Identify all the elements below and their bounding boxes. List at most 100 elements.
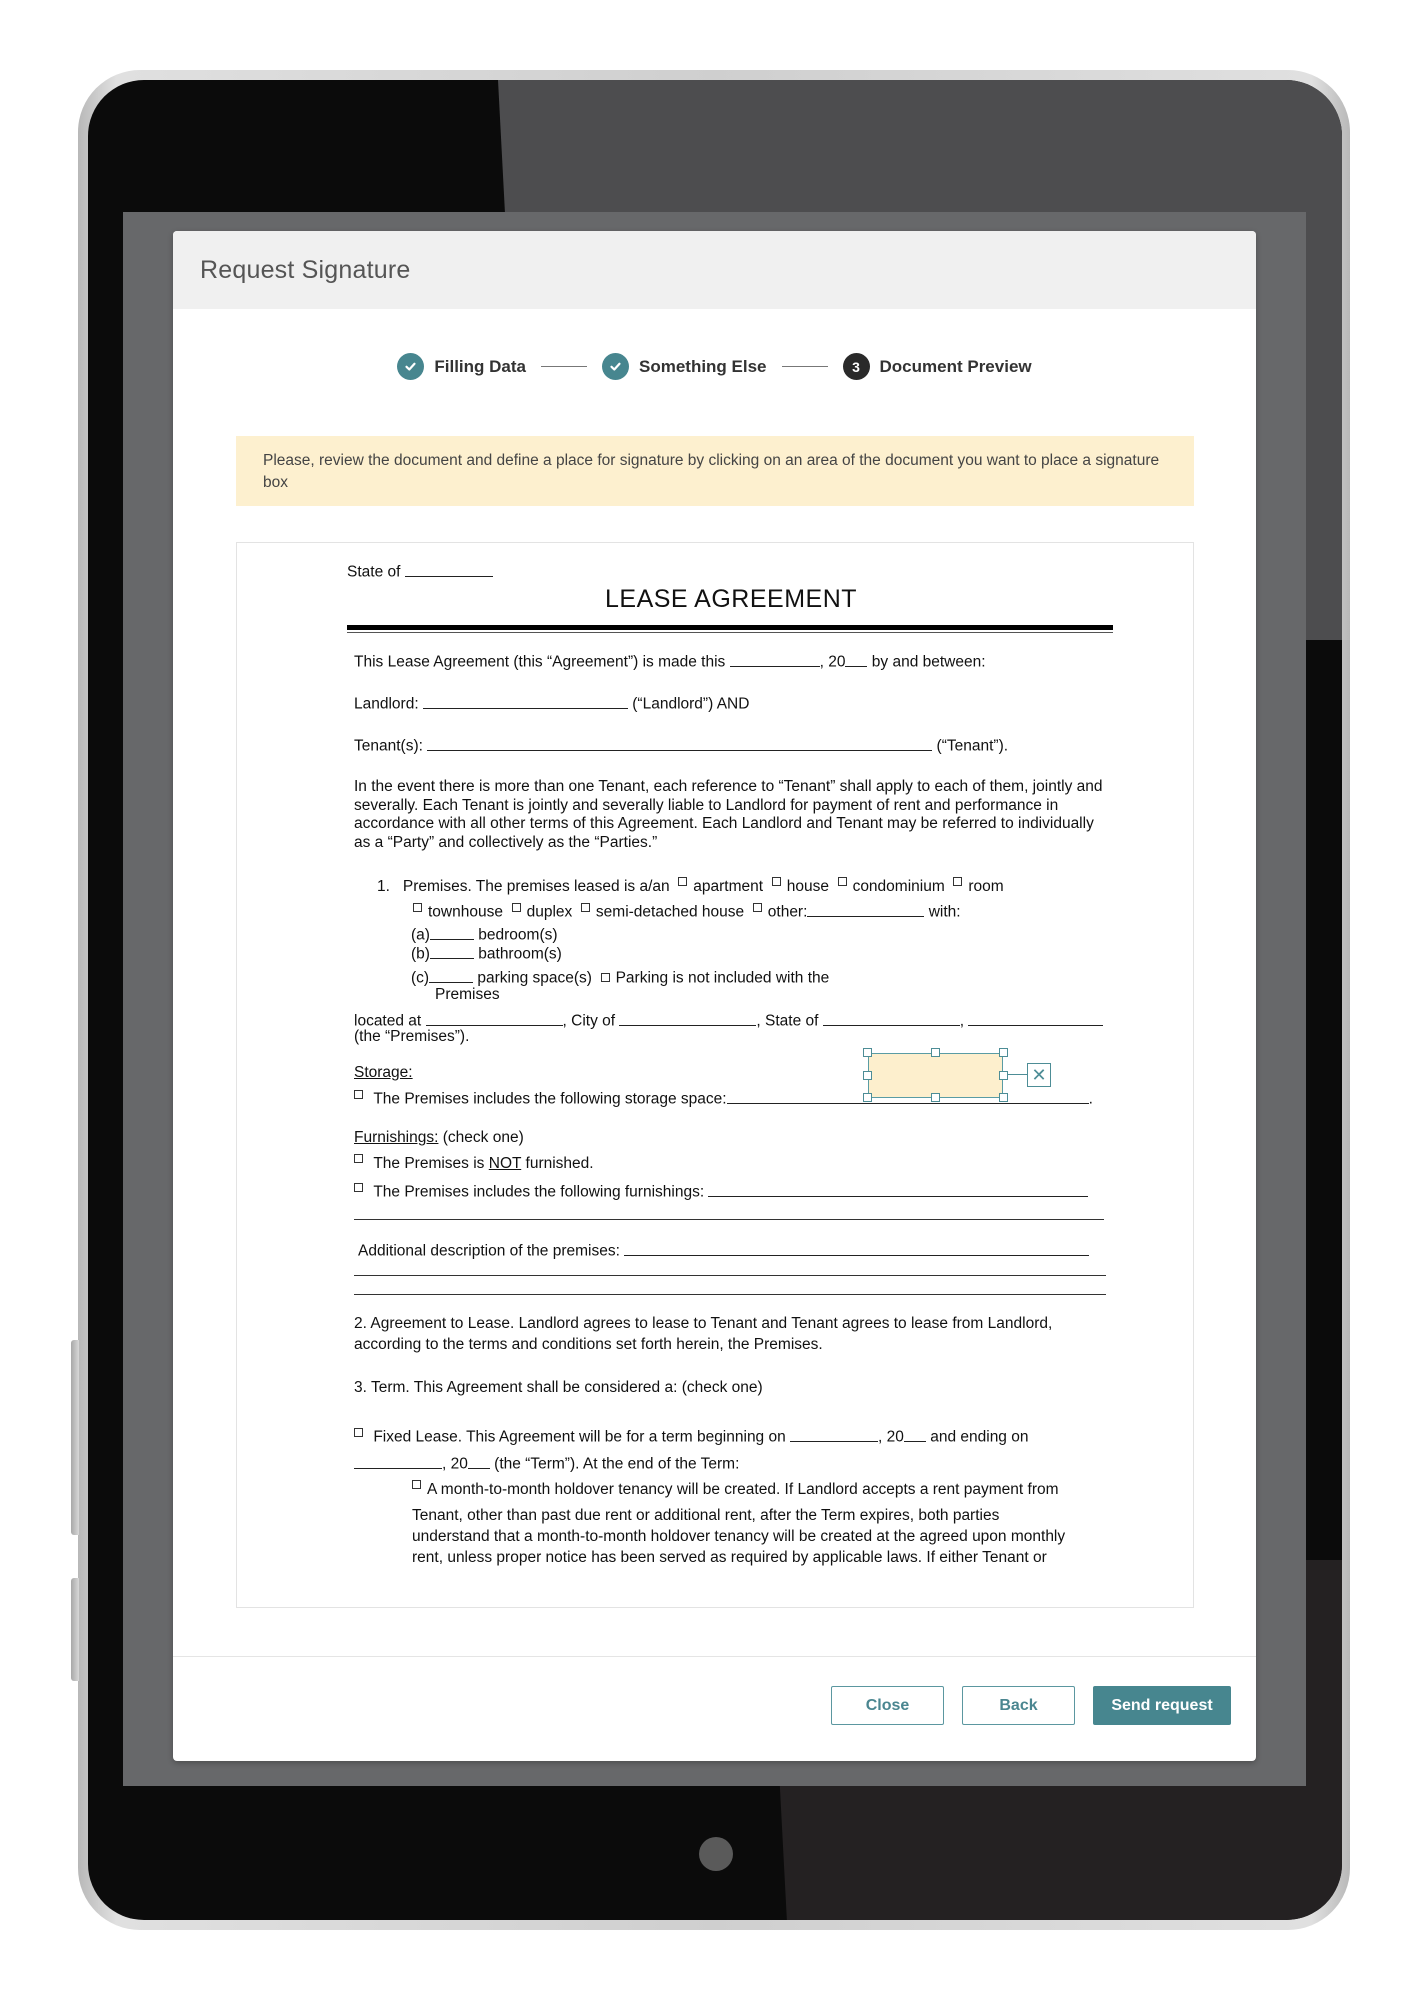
agreement-line-2: according to the terms and conditions se… — [354, 1336, 823, 1353]
doc-text: duplex — [526, 903, 573, 921]
send-request-button[interactable]: Send request — [1093, 1686, 1231, 1725]
resize-handle-top-left[interactable] — [863, 1048, 872, 1057]
doc-text: NOT — [488, 1155, 522, 1172]
checkbox[interactable] — [837, 877, 847, 886]
bathrooms-line: (b) bathroom(s) — [411, 943, 562, 964]
doc-text: (c) — [411, 969, 430, 987]
term-line: 3. Term. This Agreement shall be conside… — [354, 1379, 763, 1397]
doc-text: townhouse — [428, 903, 503, 921]
resize-handle-left[interactable] — [863, 1071, 872, 1080]
step-document-preview[interactable]: 3 Document Preview — [842, 353, 1032, 380]
checkbox[interactable] — [354, 1089, 363, 1099]
blank-line — [354, 1294, 1106, 1295]
holdover-line-3: understand that a month-to-month holdove… — [412, 1528, 1066, 1545]
premises-line-2: townhouse duplex semi-detached house oth… — [413, 901, 961, 922]
close-icon[interactable]: ✕ — [1027, 1063, 1051, 1087]
holdover-line-1: A month-to-month holdover tenancy will b… — [412, 1480, 1059, 1499]
checkbox[interactable] — [413, 902, 422, 912]
checkbox[interactable] — [953, 877, 963, 886]
checkbox[interactable] — [752, 902, 762, 912]
tenant-paragraph: In the event there is more than one Tena… — [354, 778, 1103, 851]
doc-text: Landlord agrees to lease to Tenant and T… — [518, 1315, 1053, 1332]
step-label: Document Preview — [879, 356, 1032, 376]
landlord-line: Landlord: (“Landlord”) AND — [354, 693, 749, 714]
blank-field — [845, 651, 868, 667]
doc-text: (b) — [411, 945, 430, 963]
doc-text: parking space(s) — [477, 969, 592, 987]
doc-heading: Furnishings: — [354, 1129, 439, 1146]
resize-handle-top-right[interactable] — [999, 1048, 1008, 1057]
checkbox[interactable] — [580, 902, 590, 912]
doc-text: State of — [347, 563, 401, 581]
doc-text: bathroom(s) — [478, 945, 562, 963]
resize-handle-bottom-right[interactable] — [999, 1093, 1008, 1102]
tablet-side-button — [71, 1578, 79, 1681]
checkbox[interactable] — [354, 1182, 363, 1192]
doc-text: condominium — [852, 878, 945, 895]
premises-line-1: 1. Premises. The premises leased is a/an… — [377, 877, 1004, 896]
document-title: LEASE AGREEMENT — [605, 585, 858, 613]
doc-text: Landlord: — [354, 695, 419, 713]
tenant-line: Tenant(s): (“Tenant”). — [354, 735, 1008, 756]
doc-text: apartment — [693, 878, 764, 895]
checkbox[interactable] — [678, 877, 688, 886]
doc-text: semi-detached house — [595, 903, 745, 921]
doc-text: A month-to-month holdover tenancy will b… — [427, 1481, 1059, 1498]
step-something-else[interactable]: Something Else — [601, 353, 767, 380]
resize-handle-bottom[interactable] — [931, 1093, 940, 1102]
doc-text: This Agreement shall be considered a: (c… — [413, 1379, 763, 1396]
tablet-home-button[interactable] — [699, 1837, 733, 1871]
step-label: Filling Data — [434, 356, 526, 376]
doc-text: , 20 — [442, 1455, 468, 1473]
doc-text: (“Tenant”). — [936, 737, 1009, 755]
blank-line — [354, 1275, 1106, 1276]
doc-text: furnished. — [525, 1155, 594, 1172]
document-preview[interactable]: State of LEASE AGREEMENT This Lease Agre… — [236, 542, 1194, 1608]
doc-text: , 20 — [819, 653, 846, 671]
doc-text: The Premises includes the following furn… — [373, 1183, 705, 1201]
resize-handle-right[interactable] — [999, 1071, 1008, 1080]
blank-field — [903, 1426, 926, 1442]
doc-text: , State of — [756, 1012, 819, 1030]
step-filling-data[interactable]: Filling Data — [397, 353, 526, 380]
parking-line: (c) parking space(s) Parking is not incl… — [411, 967, 829, 988]
doc-text: bedroom(s) — [478, 926, 558, 944]
blank-field — [729, 651, 820, 667]
remove-connector — [1007, 1074, 1027, 1075]
check-icon — [397, 353, 425, 380]
step-connector — [781, 366, 828, 367]
checkbox[interactable] — [771, 877, 781, 886]
checkbox[interactable] — [511, 902, 521, 912]
doc-text: (check one) — [442, 1129, 524, 1146]
blank-field — [807, 901, 925, 917]
checkbox[interactable] — [600, 972, 610, 982]
signature-box[interactable] — [868, 1053, 1003, 1098]
checkbox[interactable] — [354, 1154, 363, 1163]
request-signature-modal: Request Signature Filling Data Something… — [173, 231, 1256, 1761]
instruction-notice: Please, review the document and define a… — [236, 436, 1194, 506]
close-button[interactable]: Close — [831, 1686, 944, 1725]
doc-text: , 20 — [878, 1428, 904, 1446]
blank-field — [427, 735, 933, 751]
doc-text: , — [959, 1012, 965, 1030]
step-label: Something Else — [638, 356, 767, 376]
doc-heading: 3. Term. — [354, 1379, 410, 1396]
back-button[interactable]: Back — [962, 1686, 1075, 1725]
blank-field — [968, 1010, 1104, 1026]
doc-heading: Premises. — [402, 878, 472, 895]
checkbox[interactable] — [412, 1480, 421, 1489]
doc-text: room — [968, 878, 1004, 895]
doc-text: Additional description of the premises: — [358, 1242, 620, 1260]
doc-text: with: — [928, 903, 961, 921]
step-number-badge: 3 — [842, 353, 870, 380]
parking-line-2: Premises — [435, 986, 500, 1003]
resize-handle-bottom-left[interactable] — [863, 1093, 872, 1102]
blank-field — [429, 967, 474, 983]
doc-text: The premises leased is a/an — [475, 878, 670, 895]
blank-field — [708, 1181, 1089, 1197]
check-icon — [601, 353, 629, 380]
doc-text: Tenant(s): — [354, 737, 423, 755]
resize-handle-top[interactable] — [931, 1048, 940, 1057]
checkbox[interactable] — [354, 1427, 363, 1437]
doc-text: (the “Term”). At the end of the Term: — [494, 1455, 740, 1473]
